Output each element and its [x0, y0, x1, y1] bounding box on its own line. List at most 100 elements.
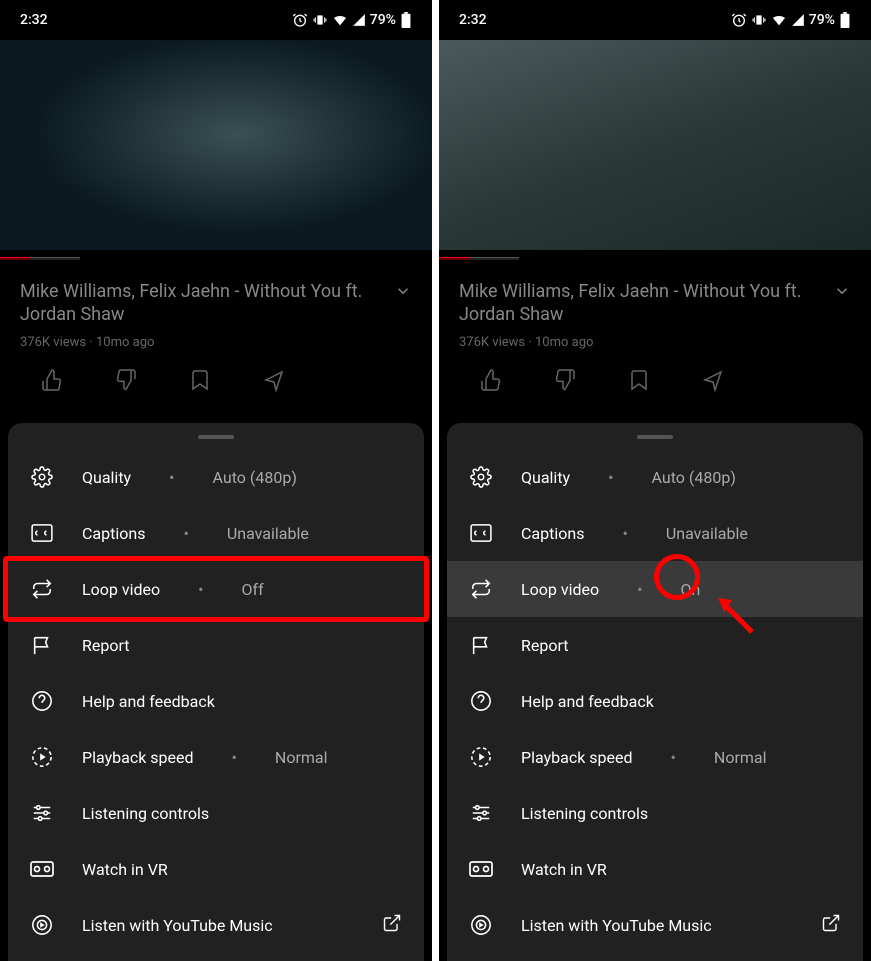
menu-label: Playback speed	[82, 748, 194, 767]
bottom-sheet: Quality • Auto (480p) Captions • Unavail…	[447, 423, 863, 961]
video-title[interactable]: Mike Williams, Felix Jaehn - Without You…	[20, 280, 412, 327]
video-title[interactable]: Mike Williams, Felix Jaehn - Without You…	[459, 280, 851, 327]
menu-quality[interactable]: Quality • Auto (480p)	[8, 449, 424, 505]
menu-label: Watch in VR	[82, 860, 168, 879]
drag-handle[interactable]	[198, 435, 234, 439]
actions-row	[459, 368, 851, 392]
menu-quality[interactable]: Quality • Auto (480p)	[447, 449, 863, 505]
separator-dot: •	[608, 468, 613, 487]
separator-dot: •	[671, 748, 676, 767]
save-icon[interactable]	[188, 368, 212, 392]
menu-value: Unavailable	[227, 524, 309, 543]
actions-row	[20, 368, 412, 392]
external-link-icon	[382, 913, 402, 937]
menu-value: Normal	[275, 748, 328, 767]
dislike-icon[interactable]	[114, 368, 138, 392]
share-icon[interactable]	[701, 368, 725, 392]
separator-dot: •	[169, 468, 174, 487]
status-icons: 79%	[731, 12, 851, 28]
menu-label: Loop video	[521, 580, 599, 599]
menu-listening[interactable]: Listening controls	[447, 785, 863, 841]
menu-ytmusic[interactable]: Listen with YouTube Music	[447, 897, 863, 953]
menu-vr[interactable]: Watch in VR	[447, 841, 863, 897]
menu-captions[interactable]: Captions • Unavailable	[8, 505, 424, 561]
menu-label: Listening controls	[521, 804, 648, 823]
captions-icon	[469, 521, 493, 545]
like-icon[interactable]	[479, 368, 503, 392]
vibrate-icon	[751, 12, 767, 28]
menu-label: Listening controls	[82, 804, 209, 823]
save-icon[interactable]	[627, 368, 651, 392]
ytmusic-icon	[30, 913, 54, 937]
menu-vr[interactable]: Watch in VR	[8, 841, 424, 897]
menu-report[interactable]: Report	[447, 617, 863, 673]
menu-ytmusic[interactable]: Listen with YouTube Music	[8, 897, 424, 953]
vibrate-icon	[312, 12, 328, 28]
battery-icon	[839, 12, 851, 28]
separator-dot: •	[622, 524, 627, 543]
menu-loop[interactable]: Loop video • Off	[8, 561, 424, 617]
wifi-icon	[771, 12, 787, 28]
menu-value: Unavailable	[666, 524, 748, 543]
speed-icon	[30, 745, 54, 769]
screenshot-after: 2:32 79% Mike Williams, Felix Jaehn - Wi…	[439, 0, 871, 961]
chevron-down-icon[interactable]	[394, 282, 412, 300]
menu-value: Auto (480p)	[652, 468, 736, 487]
menu-label: Quality	[82, 468, 131, 487]
menu-label: Report	[82, 636, 130, 655]
status-bar: 2:32 79%	[439, 0, 871, 40]
video-meta: 376K views · 10mo ago	[20, 335, 412, 350]
battery-percent: 79%	[370, 12, 396, 28]
video-player[interactable]	[439, 40, 871, 250]
menu-label: Loop video	[82, 580, 160, 599]
video-meta: 376K views · 10mo ago	[459, 335, 851, 350]
separator-dot: •	[198, 580, 203, 599]
signal-icon	[352, 13, 366, 27]
ytmusic-icon	[469, 913, 493, 937]
menu-label: Captions	[521, 524, 584, 543]
sliders-icon	[469, 801, 493, 825]
gear-icon	[30, 465, 54, 489]
menu-value: Normal	[714, 748, 767, 767]
sliders-icon	[30, 801, 54, 825]
external-link-icon	[821, 913, 841, 937]
highlight-annotation: Loop video • Off	[3, 556, 429, 622]
speed-icon	[469, 745, 493, 769]
menu-value: Auto (480p)	[213, 468, 297, 487]
menu-value: On	[681, 580, 701, 599]
menu-listening[interactable]: Listening controls	[8, 785, 424, 841]
separator-dot: •	[232, 748, 237, 767]
status-icons: 79%	[292, 12, 412, 28]
gear-icon	[469, 465, 493, 489]
menu-help[interactable]: Help and feedback	[8, 673, 424, 729]
menu-label: Help and feedback	[82, 692, 215, 711]
video-player[interactable]	[0, 40, 432, 250]
menu-report[interactable]: Report	[8, 617, 424, 673]
captions-icon	[30, 521, 54, 545]
menu-speed[interactable]: Playback speed • Normal	[8, 729, 424, 785]
menu-help[interactable]: Help and feedback	[447, 673, 863, 729]
menu-label: Captions	[82, 524, 145, 543]
separator-dot: •	[183, 524, 188, 543]
menu-loop[interactable]: Loop video • On	[447, 561, 863, 617]
screenshot-before: 2:32 79% Mike Williams, Felix Jaehn - Wi…	[0, 0, 432, 961]
menu-label: Help and feedback	[521, 692, 654, 711]
status-time: 2:32	[459, 12, 487, 28]
chevron-down-icon[interactable]	[833, 282, 851, 300]
help-icon	[469, 689, 493, 713]
drag-handle[interactable]	[637, 435, 673, 439]
menu-speed[interactable]: Playback speed • Normal	[447, 729, 863, 785]
status-time: 2:32	[20, 12, 48, 28]
share-icon[interactable]	[262, 368, 286, 392]
wifi-icon	[332, 12, 348, 28]
like-icon[interactable]	[40, 368, 64, 392]
signal-icon	[791, 13, 805, 27]
dislike-icon[interactable]	[553, 368, 577, 392]
menu-captions[interactable]: Captions • Unavailable	[447, 505, 863, 561]
loop-icon	[30, 577, 54, 601]
loop-icon	[469, 577, 493, 601]
alarm-icon	[731, 12, 747, 28]
separator-dot: •	[637, 580, 642, 599]
alarm-icon	[292, 12, 308, 28]
flag-icon	[30, 633, 54, 657]
